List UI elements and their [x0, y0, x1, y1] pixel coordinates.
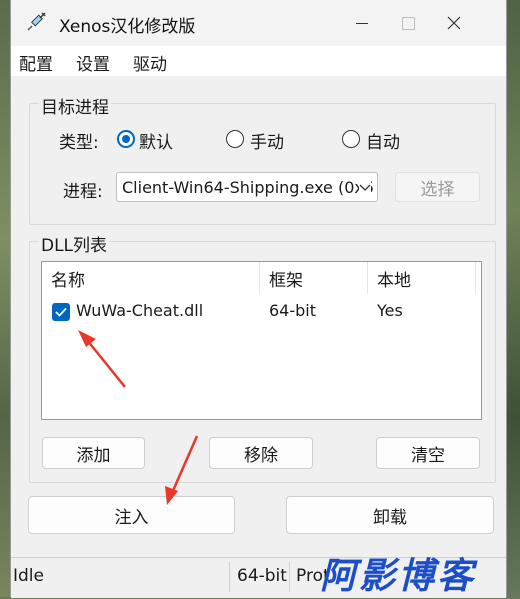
dll-arch: 64-bit: [269, 301, 317, 320]
radio-auto-label[interactable]: 自动: [366, 128, 400, 153]
select-process-button[interactable]: 选择: [395, 172, 480, 202]
menu-settings[interactable]: 设置: [76, 50, 110, 75]
type-label: 类型:: [59, 133, 99, 153]
dll-name: WuWa-Cheat.dll: [76, 301, 204, 320]
title-bar[interactable]: Xenos汉化修改版: [11, 0, 506, 46]
unload-button[interactable]: 卸载: [286, 496, 494, 534]
close-icon[interactable]: [431, 0, 477, 46]
clear-dll-button[interactable]: 清空: [376, 437, 480, 469]
radio-manual[interactable]: [226, 130, 244, 148]
table-row[interactable]: WuWa-Cheat.dll 64-bit Yes: [42, 297, 481, 325]
menu-bar: 配置 设置 驱动: [11, 46, 506, 76]
dll-local: Yes: [377, 301, 403, 320]
syringe-icon: [27, 12, 46, 31]
dll-group-label: DLL列表: [39, 231, 110, 256]
status-arch: 64-bit: [237, 566, 287, 586]
process-label: 进程:: [63, 182, 103, 202]
status-divider: [289, 562, 290, 592]
menu-driver[interactable]: 驱动: [133, 50, 167, 75]
chevron-down-icon: [359, 181, 371, 193]
radio-default[interactable]: [117, 130, 135, 148]
target-group-label: 目标进程: [39, 93, 111, 118]
maximize-icon[interactable]: [385, 0, 431, 46]
process-select[interactable]: Client-Win64-Shipping.exe (0x5: [116, 172, 378, 202]
target-process-group: [29, 103, 496, 225]
minimize-icon[interactable]: [339, 0, 385, 46]
status-state: Idle: [13, 566, 44, 586]
radio-auto[interactable]: [342, 130, 360, 148]
inject-button[interactable]: 注入: [28, 496, 235, 534]
menu-config[interactable]: 配置: [19, 50, 53, 75]
app-window: Xenos汉化修改版 配置 设置 驱动 目标进程 类型: 默认 手动 自动 进程…: [10, 0, 507, 598]
radio-default-label[interactable]: 默认: [139, 128, 173, 153]
radio-manual-label[interactable]: 手动: [250, 128, 284, 153]
process-select-value: Client-Win64-Shipping.exe (0x5: [122, 178, 375, 197]
dll-list[interactable]: 名称 框架 本地 WuWa-Cheat.dll 64-bit Yes: [41, 261, 482, 420]
check-icon: [55, 307, 67, 317]
blog-watermark: 阿影博客: [320, 556, 477, 597]
background-right: [506, 0, 520, 597]
window-title: Xenos汉化修改版: [59, 17, 196, 37]
remove-dll-button[interactable]: 移除: [209, 437, 313, 469]
add-dll-button[interactable]: 添加: [42, 437, 145, 469]
column-header-local[interactable]: 本地: [368, 262, 476, 294]
dll-checkbox[interactable]: [52, 303, 70, 321]
column-header-name[interactable]: 名称: [42, 262, 260, 294]
status-divider: [229, 562, 230, 592]
column-header-arch[interactable]: 框架: [260, 262, 368, 294]
